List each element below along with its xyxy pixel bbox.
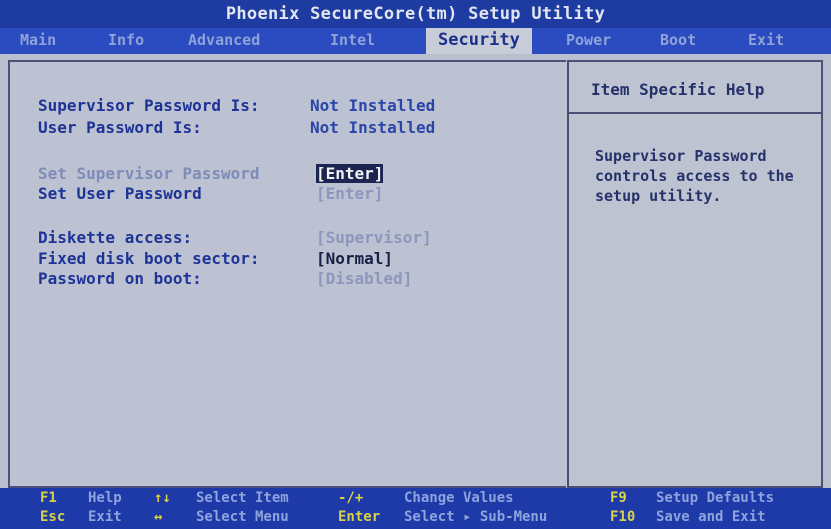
set-supervisor-password-label[interactable]: Set Supervisor Password xyxy=(38,164,260,183)
up-down-arrows-icon: ↑↓ xyxy=(154,490,171,506)
bios-title: Phoenix SecureCore(tm) Setup Utility xyxy=(225,4,606,24)
plus-minus-key: -/+ xyxy=(338,490,364,506)
menu-tab-advanced[interactable]: Advanced xyxy=(188,28,260,54)
menu-tab-info[interactable]: Info xyxy=(108,28,144,54)
select-menu-key-label: Select Menu xyxy=(196,509,289,525)
settings-panel: Supervisor Password Is: Not Installed Us… xyxy=(8,60,566,488)
menu-tab-power[interactable]: Power xyxy=(566,28,611,54)
enter-key: Enter xyxy=(338,509,381,525)
key-legend-footer: F1 Help ↑↓ Select Item -/+ Change Values… xyxy=(0,488,831,529)
diskette-access-value[interactable]: [Supervisor] xyxy=(316,228,432,247)
left-right-arrows-icon: ↔ xyxy=(154,509,163,525)
menu-tab-main[interactable]: Main xyxy=(20,28,56,54)
menu-tab-exit[interactable]: Exit xyxy=(748,28,784,54)
f9-key: F9 xyxy=(610,490,627,506)
menu-tab-intel[interactable]: Intel xyxy=(330,28,375,54)
setup-defaults-key-label: Setup Defaults xyxy=(656,490,775,506)
set-user-password-label[interactable]: Set User Password xyxy=(38,184,202,203)
password-on-boot-value[interactable]: [Disabled] xyxy=(316,269,412,288)
f10-key: F10 xyxy=(610,509,636,525)
fixed-disk-boot-sector-label[interactable]: Fixed disk boot sector: xyxy=(38,249,260,268)
select-submenu-key-label: Select ▸ Sub-Menu xyxy=(404,509,548,525)
help-panel: Item Specific Help Supervisor Password c… xyxy=(567,60,823,488)
password-on-boot-label[interactable]: Password on boot: xyxy=(38,269,202,288)
help-key-label: Help xyxy=(88,490,122,506)
user-password-status-label: User Password Is: xyxy=(38,118,202,137)
user-password-status-value: Not Installed xyxy=(310,118,436,137)
change-values-key-label: Change Values xyxy=(404,490,514,506)
save-and-exit-key-label: Save and Exit xyxy=(656,509,766,525)
supervisor-password-status-value: Not Installed xyxy=(310,96,436,115)
set-supervisor-password-value[interactable]: [Enter] xyxy=(316,164,384,183)
f1-key: F1 xyxy=(40,490,57,506)
supervisor-password-status-label: Supervisor Password Is: xyxy=(38,96,260,115)
help-header: Item Specific Help xyxy=(569,62,821,114)
bios-screen: Phoenix SecureCore(tm) Setup Utility Mai… xyxy=(0,0,831,529)
help-title: Item Specific Help xyxy=(591,80,765,99)
set-user-password-value[interactable]: [Enter] xyxy=(316,184,383,203)
title-bar: Phoenix SecureCore(tm) Setup Utility xyxy=(0,0,831,28)
select-item-key-label: Select Item xyxy=(196,490,289,506)
menu-tab-boot[interactable]: Boot xyxy=(660,28,696,54)
help-text: Supervisor Password controls access to t… xyxy=(595,147,794,205)
menu-tab-security[interactable]: Security xyxy=(426,28,532,54)
fixed-disk-boot-sector-value[interactable]: [Normal] xyxy=(316,249,393,268)
esc-key: Esc xyxy=(40,509,66,525)
menu-bar: Main Info Advanced Intel Security Power … xyxy=(0,28,831,54)
diskette-access-label[interactable]: Diskette access: xyxy=(38,228,192,247)
exit-key-label: Exit xyxy=(88,509,122,525)
